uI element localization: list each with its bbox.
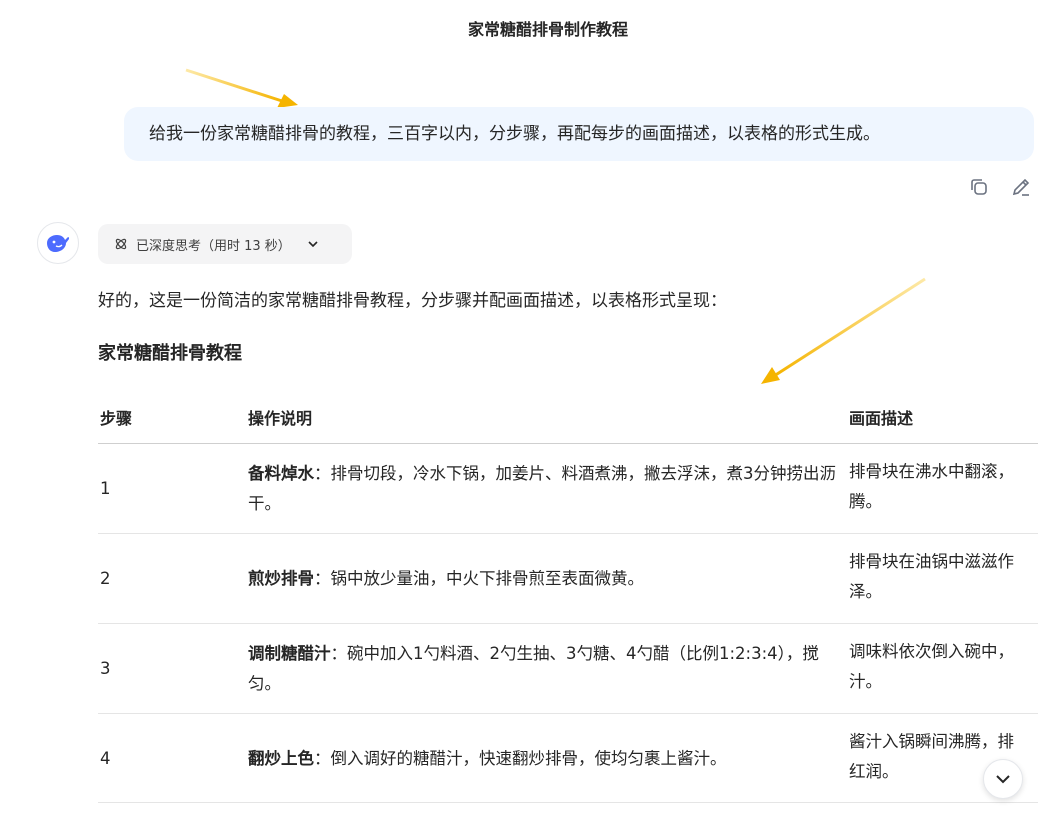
annotation-arrow-table — [761, 277, 926, 384]
operation-text: ：倒入调好的糖醋汁，快速翻炒排骨，使均匀裹上酱汁。 — [314, 749, 727, 768]
step-number: 2 — [100, 569, 111, 588]
operation-cell: 备料焯水：排骨切段，冷水下锅，加姜片、料酒煮沸，撇去浮沫，煮3分钟捞出沥干。 — [248, 459, 838, 519]
chat-page: 家常糖醋排骨制作教程 给我一份家常糖醋排骨的教程，三百字以内，分步骤，再配每步的… — [0, 0, 1056, 820]
description-cell: 排骨块在沸水中翻滚， 腾。 — [849, 457, 1056, 517]
step-number: 4 — [100, 749, 111, 768]
description-line: 泽。 — [849, 582, 882, 601]
table-row: 4 翻炒上色：倒入调好的糖醋汁，快速翻炒排骨，使均匀裹上酱汁。 酱汁入锅瞬间沸腾… — [98, 714, 1038, 803]
atom-icon — [115, 238, 127, 250]
operation-name: 备料焯水 — [248, 464, 314, 483]
description-line: 调味料依次倒入碗中， — [849, 642, 1014, 661]
assistant-intro-text: 好的，这是一份简洁的家常糖醋排骨教程，分步骤并配画面描述，以表格形式呈现： — [98, 291, 727, 311]
description-line: 排骨块在沸水中翻滚， — [849, 462, 1014, 481]
description-line: 排骨块在油锅中滋滋作 — [849, 552, 1014, 571]
tutorial-table: 步骤 操作说明 画面描述 1 备料焯水：排骨切段，冷水下锅，加姜片、料酒煮沸，撇… — [98, 386, 1038, 803]
table-row: 1 备料焯水：排骨切段，冷水下锅，加姜片、料酒煮沸，撇去浮沫，煮3分钟捞出沥干。… — [98, 444, 1038, 534]
table-row: 2 煎炒排骨：锅中放少量油，中火下排骨煎至表面微黄。 排骨块在油锅中滋滋作 泽。 — [98, 534, 1038, 624]
operation-text: ：排骨切段，冷水下锅，加姜片、料酒煮沸，撇去浮沫，煮3分钟捞出沥干。 — [248, 464, 836, 513]
thinking-toggle[interactable]: 已深度思考（用时 13 秒） — [98, 224, 352, 264]
thinking-label: 已深度思考（用时 13 秒） — [136, 238, 291, 254]
table-header-row: 步骤 操作说明 画面描述 — [98, 386, 1038, 444]
user-message-text: 给我一份家常糖醋排骨的教程，三百字以内，分步骤，再配每步的画面描述，以表格的形式… — [149, 124, 880, 144]
operation-text: ：锅中放少量油，中火下排骨煎至表面微黄。 — [314, 569, 644, 588]
description-line: 酱汁入锅瞬间沸腾，排 — [849, 732, 1014, 751]
step-number: 1 — [100, 479, 111, 498]
description-cell: 排骨块在油锅中滋滋作 泽。 — [849, 547, 1056, 607]
operation-cell: 煎炒排骨：锅中放少量油，中火下排骨煎至表面微黄。 — [248, 564, 838, 594]
table-header-description: 画面描述 — [849, 409, 914, 428]
description-line: 汁。 — [849, 672, 882, 691]
chat-title: 家常糖醋排骨制作教程 — [467, 20, 628, 39]
step-number: 3 — [100, 659, 111, 678]
operation-name: 翻炒上色 — [248, 749, 314, 768]
copy-icon[interactable] — [966, 174, 992, 200]
description-line: 红润。 — [849, 762, 899, 781]
deepseek-whale-icon — [47, 235, 69, 252]
scroll-to-bottom-button[interactable] — [983, 759, 1023, 799]
description-line: 腾。 — [849, 492, 882, 511]
edit-icon[interactable] — [1008, 174, 1034, 200]
description-cell: 酱汁入锅瞬间沸腾，排 红润。 — [849, 727, 1056, 787]
chevron-down-icon — [308, 241, 318, 248]
assistant-avatar — [37, 222, 79, 264]
description-cell: 调味料依次倒入碗中， 汁。 — [849, 637, 1056, 697]
table-header-operation: 操作说明 — [248, 409, 313, 428]
operation-name: 煎炒排骨 — [248, 569, 314, 588]
operation-text: ：碗中加入1勺料酒、2勺生抽、3勺糖、4勺醋（比例1:2:3:4），搅匀。 — [248, 644, 819, 693]
annotation-arrow-user — [185, 68, 298, 108]
operation-name: 调制糖醋汁 — [248, 644, 331, 663]
table-row: 3 调制糖醋汁：碗中加入1勺料酒、2勺生抽、3勺糖、4勺醋（比例1:2:3:4）… — [98, 624, 1038, 714]
user-message-bubble: 给我一份家常糖醋排骨的教程，三百字以内，分步骤，再配每步的画面描述，以表格的形式… — [124, 107, 1034, 161]
operation-cell: 翻炒上色：倒入调好的糖醋汁，快速翻炒排骨，使均匀裹上酱汁。 — [248, 744, 838, 774]
section-heading: 家常糖醋排骨教程 — [98, 343, 242, 364]
message-actions — [966, 174, 1034, 200]
operation-cell: 调制糖醋汁：碗中加入1勺料酒、2勺生抽、3勺糖、4勺醋（比例1:2:3:4），搅… — [248, 639, 838, 699]
chevron-down-icon — [996, 775, 1010, 784]
table-header-step: 步骤 — [100, 409, 133, 428]
